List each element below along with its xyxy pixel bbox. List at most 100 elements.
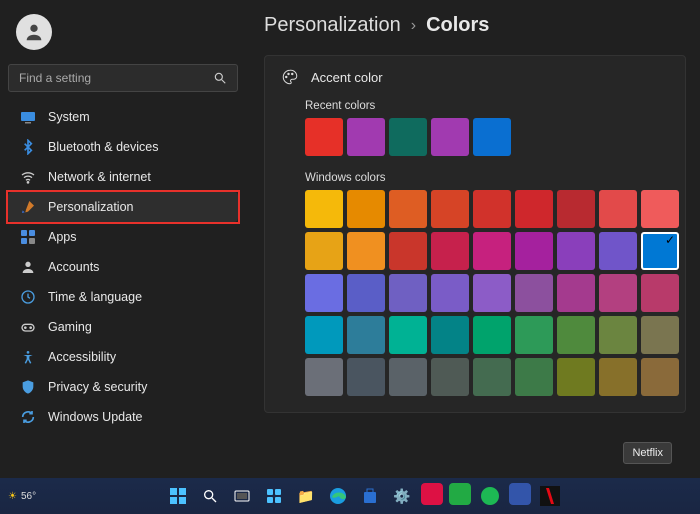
windows-color-swatch[interactable]	[389, 232, 427, 270]
sidebar-item-update[interactable]: Windows Update	[8, 402, 238, 432]
windows-color-swatch[interactable]	[599, 190, 637, 228]
sidebar-item-accessibility[interactable]: Accessibility	[8, 342, 238, 372]
palette-icon	[281, 68, 299, 86]
windows-color-swatch[interactable]	[641, 190, 679, 228]
sidebar-item-personalization[interactable]: Personalization	[8, 192, 238, 222]
search-box[interactable]	[8, 64, 238, 92]
windows-color-swatch[interactable]	[641, 232, 679, 270]
windows-color-swatch[interactable]	[515, 316, 553, 354]
windows-color-swatch[interactable]	[599, 232, 637, 270]
taskbar-weather[interactable]: ☀ 56°	[8, 491, 36, 502]
windows-color-swatch[interactable]	[515, 358, 553, 396]
windows-color-swatch[interactable]	[431, 358, 469, 396]
avatar	[16, 14, 52, 50]
sidebar-item-label: Windows Update	[48, 410, 143, 424]
spotify-icon[interactable]	[477, 483, 503, 509]
recent-color-swatch[interactable]	[305, 118, 343, 156]
taskbar[interactable]: ☀ 56° 📁 ⚙️	[0, 478, 700, 514]
windows-color-swatch[interactable]	[305, 358, 343, 396]
recent-color-swatch[interactable]	[347, 118, 385, 156]
profile-block[interactable]	[8, 10, 238, 64]
nav-list: System Bluetooth & devices Network & int…	[8, 102, 238, 432]
windows-color-swatch[interactable]	[305, 190, 343, 228]
windows-color-swatch[interactable]	[347, 190, 385, 228]
windows-color-swatch[interactable]	[473, 358, 511, 396]
panel-title: Accent color	[311, 70, 383, 85]
sidebar-item-label: Apps	[48, 230, 77, 244]
windows-color-swatch[interactable]	[431, 232, 469, 270]
sidebar-item-time[interactable]: Time & language	[8, 282, 238, 312]
windows-color-swatch[interactable]	[473, 274, 511, 312]
settings-icon[interactable]: ⚙️	[389, 483, 415, 509]
breadcrumb: Personalization › Colors	[264, 14, 686, 37]
breadcrumb-parent[interactable]: Personalization	[264, 14, 401, 37]
sidebar-item-gaming[interactable]: Gaming	[8, 312, 238, 342]
windows-color-swatch[interactable]	[389, 274, 427, 312]
windows-color-swatch[interactable]	[557, 316, 595, 354]
windows-color-swatch[interactable]	[347, 358, 385, 396]
shield-icon	[20, 379, 36, 395]
windows-color-swatch[interactable]	[557, 274, 595, 312]
start-button[interactable]	[165, 483, 191, 509]
sidebar-item-network[interactable]: Network & internet	[8, 162, 238, 192]
windows-color-swatch[interactable]	[305, 274, 343, 312]
windows-color-swatch[interactable]	[641, 316, 679, 354]
sidebar-item-apps[interactable]: Apps	[8, 222, 238, 252]
windows-color-swatch[interactable]	[599, 316, 637, 354]
windows-color-swatch[interactable]	[305, 232, 343, 270]
windows-color-swatch[interactable]	[347, 316, 385, 354]
windows-color-swatch[interactable]	[431, 274, 469, 312]
update-icon	[20, 409, 36, 425]
windows-color-swatch[interactable]	[473, 190, 511, 228]
app-icon-3[interactable]	[509, 483, 531, 505]
windows-color-swatch[interactable]	[473, 316, 511, 354]
windows-color-swatch[interactable]	[599, 358, 637, 396]
sidebar-item-bluetooth[interactable]: Bluetooth & devices	[8, 132, 238, 162]
taskview-icon[interactable]	[229, 483, 255, 509]
windows-color-swatch[interactable]	[431, 190, 469, 228]
windows-color-swatch[interactable]	[641, 358, 679, 396]
windows-color-swatch[interactable]	[431, 316, 469, 354]
store-icon[interactable]	[357, 483, 383, 509]
sidebar-item-privacy[interactable]: Privacy & security	[8, 372, 238, 402]
recent-color-swatch[interactable]	[473, 118, 511, 156]
windows-color-swatch[interactable]	[305, 316, 343, 354]
app-icon-1[interactable]	[421, 483, 443, 505]
recent-color-swatch[interactable]	[389, 118, 427, 156]
windows-color-swatch[interactable]	[347, 232, 385, 270]
explorer-icon[interactable]: 📁	[293, 483, 319, 509]
sidebar-item-system[interactable]: System	[8, 102, 238, 132]
panel-header: Accent color	[281, 68, 669, 86]
sidebar-item-label: Bluetooth & devices	[48, 140, 159, 154]
sidebar-item-label: Accounts	[48, 260, 99, 274]
netflix-icon[interactable]	[537, 483, 563, 509]
windows-color-swatch[interactable]	[389, 316, 427, 354]
widgets-icon[interactable]	[261, 483, 287, 509]
breadcrumb-current: Colors	[426, 14, 489, 37]
edge-icon[interactable]	[325, 483, 351, 509]
windows-color-swatch[interactable]	[389, 190, 427, 228]
sidebar-item-label: Time & language	[48, 290, 142, 304]
windows-color-swatch[interactable]	[515, 232, 553, 270]
windows-color-swatch[interactable]	[557, 358, 595, 396]
recent-colors-row	[305, 118, 669, 156]
windows-color-swatch[interactable]	[473, 232, 511, 270]
windows-color-swatch[interactable]	[557, 190, 595, 228]
windows-color-swatch[interactable]	[389, 358, 427, 396]
windows-color-swatch[interactable]	[347, 274, 385, 312]
taskbar-search-icon[interactable]	[197, 483, 223, 509]
sidebar-item-accounts[interactable]: Accounts	[8, 252, 238, 282]
bluetooth-icon	[20, 139, 36, 155]
search-input[interactable]	[19, 71, 196, 85]
recent-colors-label: Recent colors	[305, 100, 669, 112]
recent-color-swatch[interactable]	[431, 118, 469, 156]
sidebar-item-label: Network & internet	[48, 170, 151, 184]
windows-color-swatch[interactable]	[641, 274, 679, 312]
windows-color-swatch[interactable]	[515, 274, 553, 312]
app-icon-2[interactable]	[449, 483, 471, 505]
windows-color-swatch[interactable]	[599, 274, 637, 312]
windows-color-swatch[interactable]	[557, 232, 595, 270]
windows-color-swatch[interactable]	[515, 190, 553, 228]
system-icon	[20, 109, 36, 125]
accessibility-icon	[20, 349, 36, 365]
